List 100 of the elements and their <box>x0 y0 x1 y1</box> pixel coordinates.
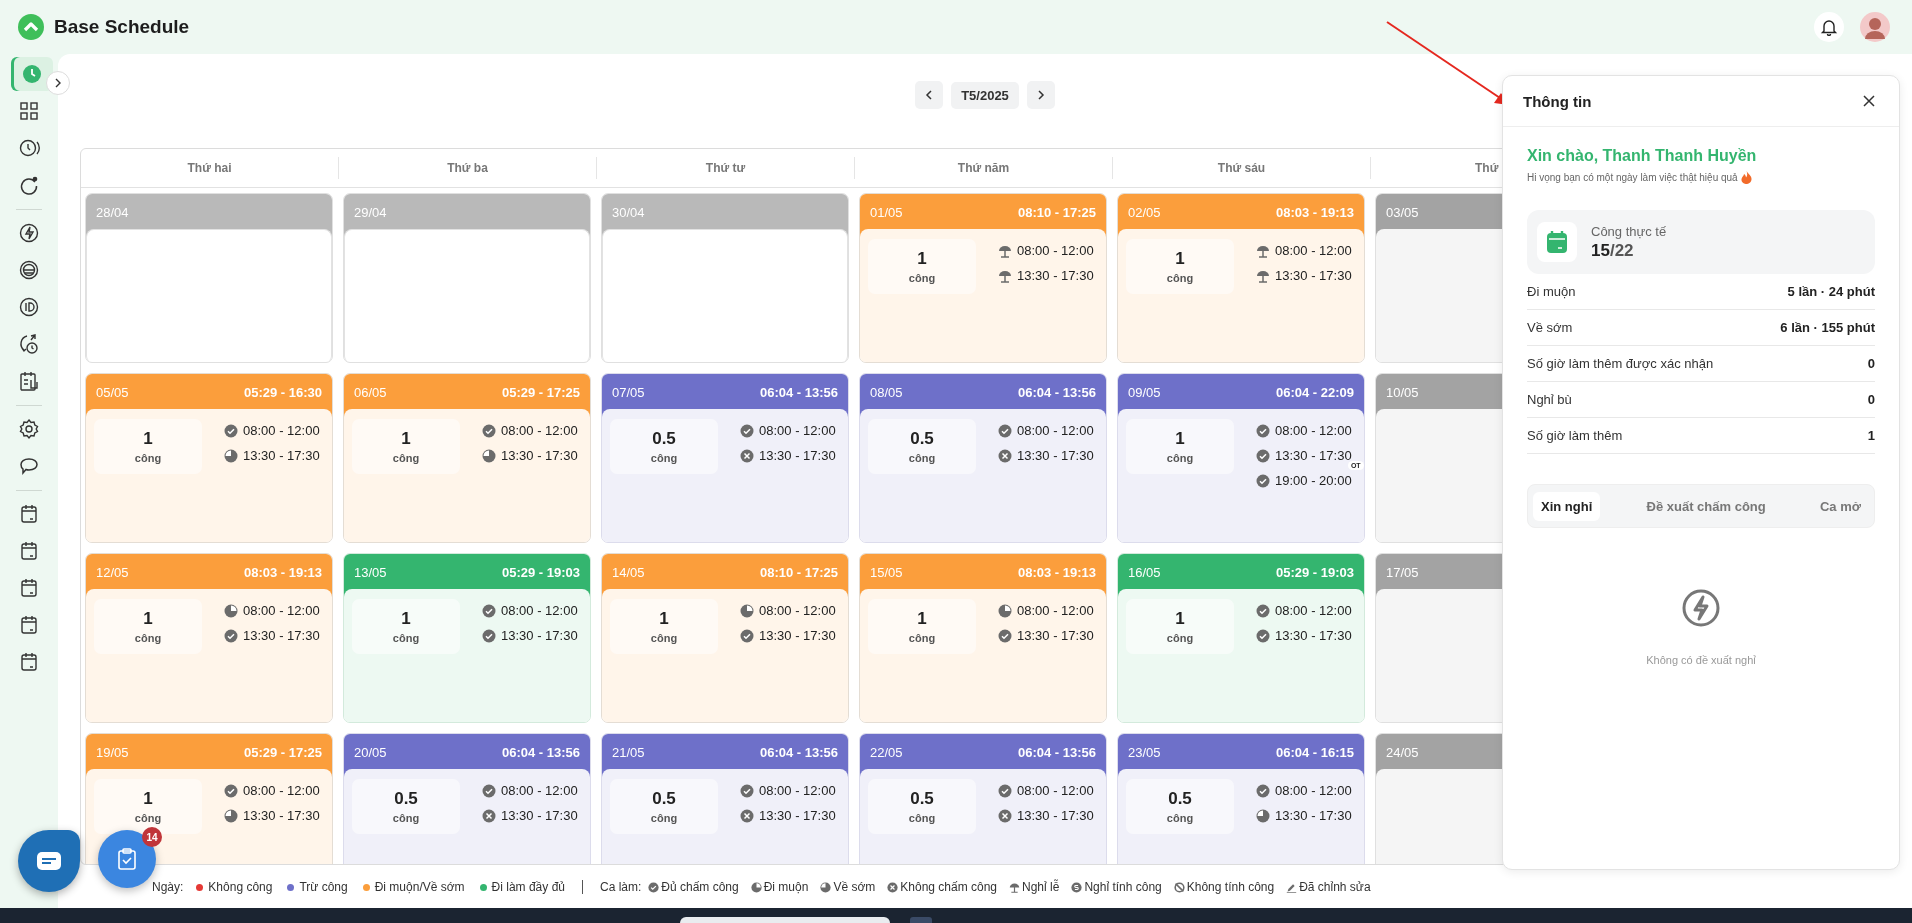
stat-name: Đi muộn <box>1527 284 1576 299</box>
chevron-right-icon <box>53 78 63 88</box>
message-icon <box>36 851 62 871</box>
date-label: 12/05 <box>96 565 129 580</box>
clipboard-icon <box>117 848 137 870</box>
avatar[interactable] <box>1860 12 1890 42</box>
history-icon <box>18 137 40 159</box>
umbrella-icon <box>1256 268 1270 283</box>
day-card[interactable]: 08/05 06:04 - 13:56 0.5 công 08:00 - 12:00 13:30 - 17:30 <box>859 373 1107 543</box>
check-circle-icon <box>224 628 238 643</box>
shift-time: 08:00 - 12:00 <box>759 783 836 798</box>
pie-icon <box>740 603 754 618</box>
check-circle-icon <box>1256 473 1270 488</box>
day-card[interactable]: 01/05 08:10 - 17:25 1 công 08:00 - 12:00 13:30 - 17:30 <box>859 193 1107 363</box>
work-count: 1 <box>1175 429 1185 449</box>
date-label: 06/05 <box>354 385 387 400</box>
check-circle-icon <box>1256 448 1270 463</box>
day-card[interactable]: 14/05 08:10 - 17:25 1 công 08:00 - 12:00 13:30 - 17:30 <box>601 553 849 723</box>
legend-item: Trừ công <box>299 880 348 894</box>
day-card[interactable]: 06/05 05:29 - 17:25 1 công 08:00 - 12:00 13:30 - 17:30 <box>343 373 591 543</box>
check-circle-icon <box>740 783 754 798</box>
day-card[interactable]: 02/05 08:03 - 19:13 1 công 08:00 - 12:00 13:30 - 17:30 <box>1117 193 1365 363</box>
shift-time: 08:00 - 12:00 <box>1275 423 1352 438</box>
day-card[interactable]: 23/05 06:04 - 16:15 0.5 công 08:00 - 12:00 13:30 - 17:30 <box>1117 733 1365 864</box>
shift-time: 13:30 - 17:30 <box>1017 808 1094 823</box>
pie-icon <box>224 808 238 823</box>
work-count: 1 <box>917 249 927 269</box>
weekday-header: Thứ <box>1475 161 1499 175</box>
pie-icon <box>750 881 762 893</box>
gear-icon <box>18 418 40 440</box>
slashed-circle-icon <box>1173 881 1185 893</box>
bell-icon <box>1820 18 1838 36</box>
taskbar-search-field[interactable] <box>680 917 890 923</box>
date-label: 20/05 <box>354 745 387 760</box>
work-count: 0.5 <box>910 429 934 449</box>
x-circle-icon <box>998 808 1012 823</box>
previous-month-button[interactable] <box>915 81 944 109</box>
shift-time: 13:30 - 17:30 <box>1275 628 1352 643</box>
chat-button[interactable] <box>18 830 80 892</box>
date-label: 03/05 <box>1386 205 1419 220</box>
calendar-icon <box>1546 230 1568 254</box>
date-label: 30/04 <box>612 205 645 220</box>
check-circle-icon <box>482 628 496 643</box>
shift-time: 13:30 - 17:30 <box>1275 268 1352 283</box>
tab[interactable]: Đề xuất chấm công <box>1638 491 1774 521</box>
calendar-icon <box>18 651 40 673</box>
check-circle-icon <box>1256 628 1270 643</box>
shift-time: 08:00 - 12:00 <box>501 603 578 618</box>
empty-message: Không có đề xuất nghỉ <box>1646 654 1756 666</box>
umbrella-icon <box>998 268 1012 283</box>
check-circle-icon <box>1256 783 1270 798</box>
tab[interactable]: Ca mở <box>1811 491 1869 521</box>
work-unit: công <box>650 812 678 824</box>
shift-time: 08:00 - 12:00 <box>1275 603 1352 618</box>
day-card[interactable]: 07/05 06:04 - 13:56 0.5 công 08:00 - 12:00 13:30 - 17:30 <box>601 373 849 543</box>
day-card[interactable]: 12/05 08:03 - 19:13 1 công 08:00 - 12:00 13:30 - 17:30 <box>85 553 333 723</box>
tab[interactable]: Xin nghỉ <box>1533 491 1601 521</box>
shift-time: 13:30 - 17:30 <box>501 448 578 463</box>
work-count: 0.5 <box>394 789 418 809</box>
day-card[interactable]: 05/05 05:29 - 16:30 1 công 08:00 - 12:00 13:30 - 17:30 <box>85 373 333 543</box>
legend-label: Ca làm: <box>600 880 642 894</box>
date-label: 28/04 <box>96 205 129 220</box>
check-in-hours: 06:04 - 13:56 <box>759 385 838 400</box>
day-card[interactable]: 15/05 08:03 - 19:13 1 công 08:00 - 12:00 13:30 - 17:30 <box>859 553 1107 723</box>
shift-time: 13:30 - 17:30 <box>1275 808 1352 823</box>
stat-name: Nghỉ bù <box>1527 392 1572 407</box>
next-month-button[interactable] <box>1026 81 1055 109</box>
month-label[interactable]: T5/2025 <box>951 81 1019 109</box>
check-in-hours: 05:29 - 19:03 <box>501 565 580 580</box>
shift-time: 19:00 - 20:00 <box>1275 473 1352 488</box>
notification-button[interactable] <box>1814 12 1844 42</box>
pie-icon <box>1256 808 1270 823</box>
work-unit: công <box>1166 272 1194 284</box>
x-circle-icon <box>740 448 754 463</box>
shift-time: 08:00 - 12:00 <box>1275 243 1352 258</box>
x-circle-icon <box>740 808 754 823</box>
pie-icon <box>224 448 238 463</box>
legend-item: Nghỉ lễ <box>1022 880 1060 894</box>
grid-icon <box>18 100 40 122</box>
pie-icon <box>224 603 238 618</box>
work-count: 1 <box>1175 609 1185 629</box>
check-circle-icon <box>740 628 754 643</box>
date-label: 23/05 <box>1128 745 1161 760</box>
history-icon <box>18 333 40 355</box>
stat-number: 0 <box>1867 356 1875 371</box>
legend-item: Không công <box>208 880 273 894</box>
umbrella-icon <box>1256 243 1270 258</box>
day-card[interactable]: 13/05 05:29 - 19:03 1 công 08:00 - 12:00 13:30 - 17:30 <box>343 553 591 723</box>
date-label: 10/05 <box>1386 385 1419 400</box>
day-card[interactable]: 16/05 05:29 - 19:03 1 công 08:00 - 12:00 13:30 - 17:30 <box>1117 553 1365 723</box>
shift-time: 13:30 - 17:30 <box>243 628 320 643</box>
day-card[interactable]: 22/05 06:04 - 13:56 0.5 công 08:00 - 12:00 13:30 - 17:30 <box>859 733 1107 864</box>
work-count: 1 <box>143 429 153 449</box>
day-card[interactable]: 21/05 06:04 - 13:56 0.5 công 08:00 - 12:00 13:30 - 17:30 <box>601 733 849 864</box>
shift-time: 13:30 - 17:30 <box>759 448 836 463</box>
greeting: Xin chào, Thanh Thanh Huyền <box>1527 147 1758 165</box>
greeting-subtitle: Hi vọng bạn có một ngày làm việc thật hiệu quả <box>1527 172 1738 183</box>
work-count: 0.5 <box>652 789 676 809</box>
check-in-hours: 08:10 - 17:25 <box>759 565 838 580</box>
day-card[interactable]: 20/05 06:04 - 13:56 0.5 công 08:00 - 12:00 13:30 - 17:30 <box>343 733 591 864</box>
